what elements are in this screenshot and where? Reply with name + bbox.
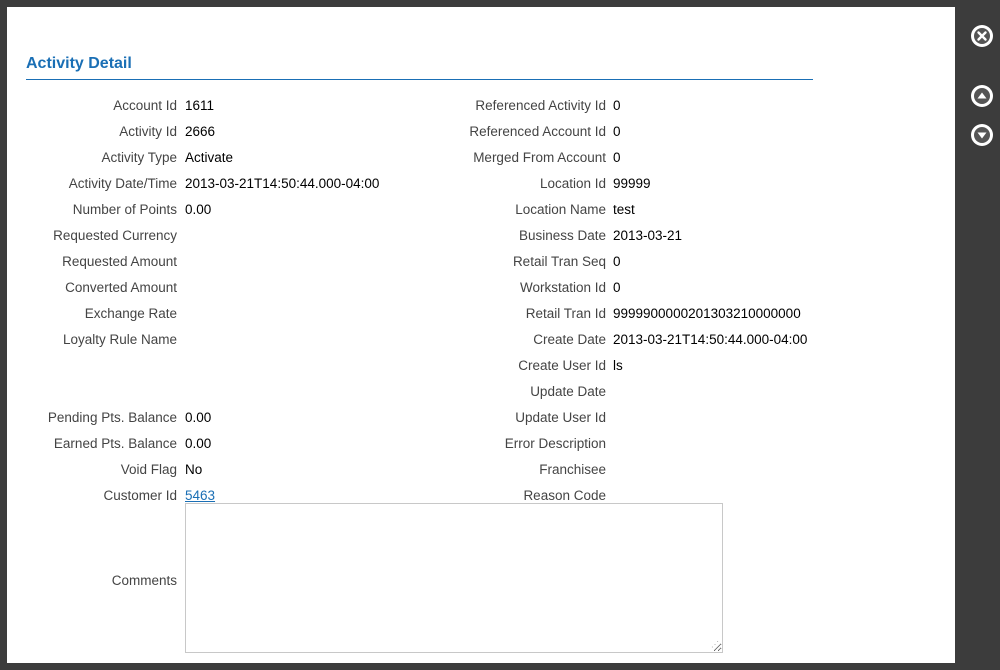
- page-title: Activity Detail: [26, 55, 132, 72]
- void-flag-label: Void Flag: [120, 462, 177, 477]
- earned-pts-balance-value: 0.00: [185, 436, 212, 451]
- account-id-label: Account Id: [113, 98, 177, 113]
- update-date-label: Update Date: [530, 384, 606, 399]
- referenced-account-id-value: 0: [613, 124, 621, 139]
- comments-textarea[interactable]: [185, 503, 723, 653]
- retail-tran-id-label: Retail Tran Id: [525, 306, 606, 321]
- activity-id-label: Activity Id: [119, 124, 177, 139]
- converted-amount-label: Converted Amount: [65, 280, 177, 295]
- void-flag-value: No: [185, 462, 203, 477]
- retail-tran-id-value: 9999900000201303210000000: [613, 306, 801, 321]
- close-button[interactable]: [969, 23, 995, 49]
- reason-code-label: Reason Code: [523, 488, 606, 503]
- activity-datetime-label: Activity Date/Time: [68, 176, 177, 191]
- requested-amount-label: Requested Amount: [62, 254, 177, 269]
- customer-id-label: Customer Id: [103, 488, 177, 503]
- pending-pts-balance-label: Pending Pts. Balance: [47, 410, 177, 425]
- customer-id-link[interactable]: 5463: [185, 488, 215, 503]
- create-user-id-label: Create User Id: [518, 358, 606, 373]
- referenced-account-id-label: Referenced Account Id: [469, 124, 606, 139]
- loyalty-rule-name-label: Loyalty Rule Name: [62, 332, 177, 347]
- number-of-points-label: Number of Points: [72, 202, 177, 217]
- requested-currency-label: Requested Currency: [53, 228, 177, 243]
- referenced-activity-id-value: 0: [613, 98, 621, 113]
- merged-from-account-label: Merged From Account: [473, 150, 606, 165]
- workstation-id-label: Workstation Id: [519, 280, 606, 295]
- title-divider: [26, 79, 813, 80]
- merged-from-account-value: 0: [613, 150, 621, 165]
- number-of-points-value: 0.00: [185, 202, 212, 217]
- location-name-label: Location Name: [515, 202, 606, 217]
- next-button[interactable]: [969, 122, 995, 148]
- previous-button[interactable]: [969, 83, 995, 109]
- location-id-value: 99999: [613, 176, 651, 191]
- error-description-label: Error Description: [504, 436, 606, 451]
- business-date-label: Business Date: [518, 228, 606, 243]
- create-date-value: 2013-03-21T14:50:44.000-04:00: [613, 332, 808, 347]
- location-id-label: Location Id: [539, 176, 606, 191]
- workstation-id-value: 0: [613, 280, 621, 295]
- update-user-id-label: Update User Id: [515, 410, 606, 425]
- create-date-label: Create Date: [533, 332, 606, 347]
- close-circle-icon: [971, 25, 993, 47]
- activity-detail-panel: Activity Detail Account Id 1611 Activity…: [7, 7, 955, 663]
- retail-tran-seq-value: 0: [613, 254, 621, 269]
- exchange-rate-label: Exchange Rate: [84, 306, 177, 321]
- activity-type-value: Activate: [185, 150, 234, 165]
- location-name-value: test: [613, 202, 635, 217]
- franchisee-label: Franchisee: [539, 462, 606, 477]
- comments-label: Comments: [111, 573, 177, 588]
- business-date-value: 2013-03-21: [613, 228, 683, 243]
- arrow-down-circle-icon: [971, 124, 993, 146]
- create-user-id-value: ls: [613, 358, 623, 373]
- pending-pts-balance-value: 0.00: [185, 410, 212, 425]
- arrow-up-circle-icon: [971, 85, 993, 107]
- account-id-value: 1611: [185, 98, 215, 113]
- retail-tran-seq-label: Retail Tran Seq: [512, 254, 606, 269]
- activity-type-label: Activity Type: [101, 150, 177, 165]
- activity-id-value: 2666: [185, 124, 216, 139]
- referenced-activity-id-label: Referenced Activity Id: [475, 98, 606, 113]
- resize-grip-icon[interactable]: ⋰: [711, 641, 719, 649]
- earned-pts-balance-label: Earned Pts. Balance: [53, 436, 177, 451]
